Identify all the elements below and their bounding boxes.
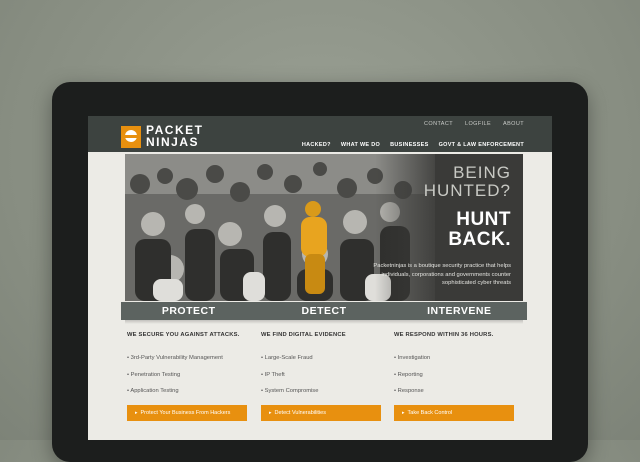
protect-cta-label: Protect Your Business From Hackers [140, 410, 231, 416]
nav-businesses[interactable]: BUSINESSES [390, 142, 428, 148]
list-item: • System Compromise [261, 388, 319, 394]
protect-cta-button[interactable]: ▸ Protect Your Business From Hackers [127, 405, 247, 421]
protect-heading: WE SECURE YOU AGAINST ATTACKS. [127, 332, 240, 338]
list-item: • Application Testing [127, 388, 179, 394]
hero-headline-hunt: HUNT [456, 209, 511, 230]
list-item: • 3rd-Party Vulnerability Management [127, 355, 223, 361]
hero-section: BEING HUNTED? HUNT BACK. Packetninjas is… [125, 154, 523, 301]
banner-shadow [125, 320, 523, 324]
hero-headline-back: BACK. [448, 229, 511, 250]
intervene-heading: WE RESPOND WITHIN 36 HOURS. [394, 332, 494, 338]
nav-hacked[interactable]: HACKED? [302, 142, 331, 148]
detect-list: • Large-Scale Fraud • IP Theft • System … [261, 350, 383, 400]
detect-cta-label: Detect Vulnerabilities [274, 410, 326, 416]
arrow-icon: ▸ [402, 410, 405, 416]
detect-column: WE FIND DIGITAL EVIDENCE • Large-Scale F… [261, 332, 383, 400]
logo-icon[interactable] [121, 126, 141, 148]
list-item: • Large-Scale Fraud [261, 355, 313, 361]
detect-heading: WE FIND DIGITAL EVIDENCE [261, 332, 346, 338]
protect-list: • 3rd-Party Vulnerability Management • P… [127, 350, 249, 400]
hero-description: Packetninjas is a boutique security prac… [373, 263, 511, 286]
intervene-column: WE RESPOND WITHIN 36 HOURS. • Investigat… [394, 332, 516, 400]
brand-name[interactable]: PACKET NINJAS [146, 124, 203, 148]
intervene-cta-label: Take Back Control [407, 410, 453, 416]
protect-column: WE SECURE YOU AGAINST ATTACKS. • 3rd-Par… [127, 332, 249, 400]
list-item: • IP Theft [261, 371, 285, 378]
intervene-cta-button[interactable]: ▸ Take Back Control [394, 405, 514, 421]
logfile-link[interactable]: LOGFILE [465, 121, 491, 127]
detect-cta-button[interactable]: ▸ Detect Vulnerabilities [261, 405, 381, 421]
arrow-icon: ▸ [135, 410, 138, 416]
about-link[interactable]: ABOUT [503, 121, 524, 127]
hero-text: BEING HUNTED? HUNT BACK. Packetninjas is… [371, 164, 511, 288]
contact-link[interactable]: CONTACT [424, 121, 453, 127]
banner-intervene: INTERVENE [427, 305, 492, 317]
site-header: PACKET NINJAS CONTACT LOGFILE ABOUT HACK… [88, 116, 552, 152]
list-item: • Reporting [394, 371, 423, 378]
nav-what-we-do[interactable]: WHAT WE DO [341, 142, 380, 148]
top-links: CONTACT LOGFILE ABOUT [424, 121, 524, 127]
brand-line-2: NINJAS [146, 135, 200, 149]
list-item: • Investigation [394, 355, 431, 361]
nav-govt-law[interactable]: GOVT & LAW ENFORCEMENT [439, 142, 524, 148]
services-banner: PROTECT DETECT INTERVENE [121, 302, 527, 320]
intervene-list: • Investigation • Reporting • Response [394, 350, 516, 400]
list-item: • Penetration Testing [127, 371, 181, 378]
main-nav: HACKED? WHAT WE DO BUSINESSES GOVT & LAW… [302, 142, 524, 148]
banner-protect: PROTECT [161, 305, 216, 317]
website-screen: PACKET NINJAS CONTACT LOGFILE ABOUT HACK… [88, 116, 552, 440]
hero-headline-being: BEING [453, 163, 511, 182]
list-item: • Response [394, 388, 424, 394]
banner-detect: DETECT [301, 305, 347, 317]
arrow-icon: ▸ [269, 410, 272, 416]
hero-headline-hunted: HUNTED? [423, 181, 511, 200]
